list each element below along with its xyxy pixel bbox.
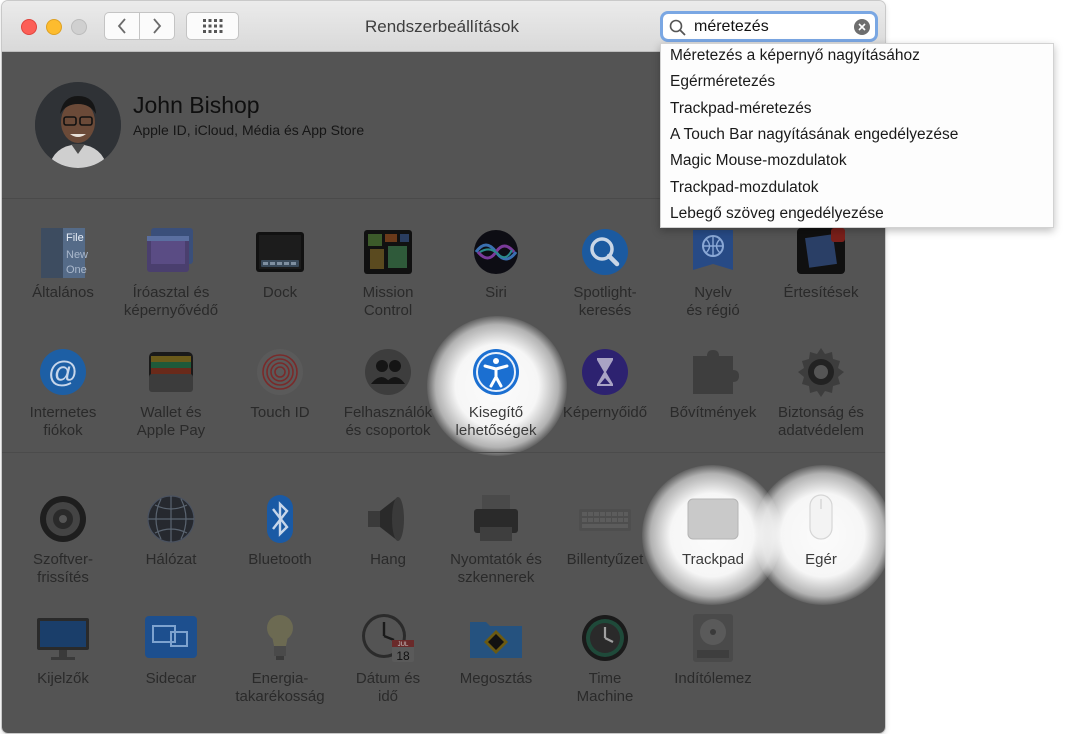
user-name: John Bishop — [133, 92, 260, 118]
keyboard-icon — [579, 509, 631, 531]
hard-disk-icon — [693, 614, 733, 662]
speaker-icon — [368, 497, 404, 541]
section-divider — [2, 452, 885, 453]
pref-label: Mission Control — [362, 284, 414, 319]
fingerprint-icon — [257, 349, 303, 395]
search-input[interactable]: méretezés — [694, 18, 769, 36]
clear-icon — [858, 23, 866, 31]
puzzle-icon — [693, 350, 739, 394]
general-icon: File New One — [41, 228, 88, 278]
pref-label: Megosztás — [459, 670, 533, 687]
pref-label: Hálózat — [145, 551, 197, 568]
bluetooth-icon — [267, 495, 293, 543]
pref-label: Time Machine — [576, 670, 634, 705]
pref-label: Billentyűzet — [566, 551, 644, 568]
language-region-icon — [693, 230, 733, 270]
window-title: Rendszerbeállítások — [364, 17, 520, 36]
pref-label: Egér — [805, 551, 837, 568]
pref-label: Nyelv és régió — [686, 284, 740, 319]
siri-icon — [474, 230, 518, 274]
pref-label: Értesítések — [783, 284, 859, 301]
svg-text:@: @ — [48, 356, 78, 389]
gear-icon — [40, 496, 86, 542]
wallet-icon — [149, 352, 193, 392]
minimize-window-button[interactable] — [46, 19, 62, 35]
security-icon — [798, 348, 844, 397]
search-field[interactable]: méretezés — [660, 11, 878, 42]
pref-label: Dátum és idő — [355, 670, 421, 705]
search-icon — [669, 19, 686, 36]
general-file-text: File — [66, 232, 84, 244]
calendar-month-text: JUL — [398, 642, 409, 648]
pref-label: Nyomtatók és szkennerek — [450, 551, 542, 586]
grid-icon — [202, 19, 222, 33]
pref-label: Wallet és Apple Pay — [136, 404, 206, 439]
trackpad-icon — [687, 498, 739, 540]
at-sign-icon: @ — [40, 349, 86, 395]
sharing-folder-icon — [470, 622, 522, 658]
pref-label: Indítólemez — [674, 670, 752, 687]
sidecar-icon — [145, 616, 197, 658]
general-one-text: One — [66, 264, 87, 276]
pref-label: Biztonság és adatvédelem — [778, 404, 864, 439]
pref-label: Spotlight- keresés — [573, 284, 637, 319]
suggestion-item[interactable]: Trackpad-mozdulatok — [670, 179, 818, 197]
suggestion-item[interactable]: Trackpad-méretezés — [670, 100, 812, 118]
close-window-button[interactable] — [21, 19, 37, 35]
pref-label: Dock — [262, 284, 298, 301]
spotlight-icon — [582, 229, 628, 275]
pref-label: Kisegítő lehetőségek — [455, 404, 537, 439]
pref-label: Hang — [370, 551, 406, 568]
dock-icon — [256, 232, 304, 272]
back-button[interactable] — [104, 12, 140, 40]
user-subtitle: Apple ID, iCloud, Média és App Store — [133, 122, 365, 138]
suggestion-item[interactable]: A Touch Bar nagyításának engedélyezése — [670, 126, 958, 144]
users-icon — [365, 349, 411, 395]
general-new-text: New — [66, 249, 88, 261]
chevron-left-icon — [117, 18, 126, 34]
pref-label: Sidecar — [145, 670, 197, 687]
pref-label: Íróasztal és képernyővédő — [123, 284, 219, 319]
suggestion-item[interactable]: Egérméretezés — [670, 73, 775, 91]
pref-label: Kijelzők — [37, 670, 89, 687]
user-photo-icon — [35, 82, 121, 168]
chevron-right-icon — [153, 18, 162, 34]
pref-label: Bluetooth — [248, 551, 312, 568]
pref-label: Internetes fiókok — [29, 404, 97, 439]
zoom-window-button[interactable] — [71, 19, 87, 35]
mouse-icon — [809, 494, 833, 540]
lightbulb-icon — [267, 615, 293, 660]
clear-search-button[interactable] — [854, 19, 870, 35]
pref-label: Felhasználók és csoportok — [343, 404, 433, 439]
mission-control-icon — [364, 230, 412, 274]
suggestion-item[interactable]: Méretezés a képernyő nagyításához — [670, 47, 920, 65]
suggestion-item[interactable]: Magic Mouse-mozdulatok — [670, 152, 847, 170]
pref-label: Energia- takarékosság — [235, 670, 325, 705]
accessibility-icon — [473, 349, 519, 395]
calendar-day-text: 18 — [396, 649, 410, 663]
forward-button[interactable] — [139, 12, 175, 40]
notifications-icon — [797, 228, 845, 274]
show-all-button[interactable] — [186, 12, 239, 40]
search-suggestions-menu: Méretezés a képernyő nagyításához Egérmé… — [660, 43, 1054, 228]
pref-label: Touch ID — [250, 404, 310, 421]
hourglass-icon — [582, 349, 628, 395]
pref-label: Általános — [32, 284, 94, 301]
avatar[interactable] — [35, 82, 121, 168]
suggestion-item[interactable]: Lebegő szöveg engedélyezése — [670, 205, 884, 223]
pref-label: Siri — [485, 284, 507, 301]
pref-label: Trackpad — [682, 551, 744, 568]
pref-label: Bővítmények — [669, 404, 757, 421]
display-icon — [37, 618, 89, 660]
time-machine-icon — [582, 615, 628, 661]
pref-label: Képernyőidő — [562, 404, 648, 421]
globe-network-icon — [147, 495, 195, 543]
pref-label: Szoftver- frissítés — [32, 551, 93, 586]
desktop-icon — [147, 228, 193, 272]
clock-calendar-icon: JUL 18 — [362, 614, 414, 663]
printer-icon — [474, 495, 518, 541]
